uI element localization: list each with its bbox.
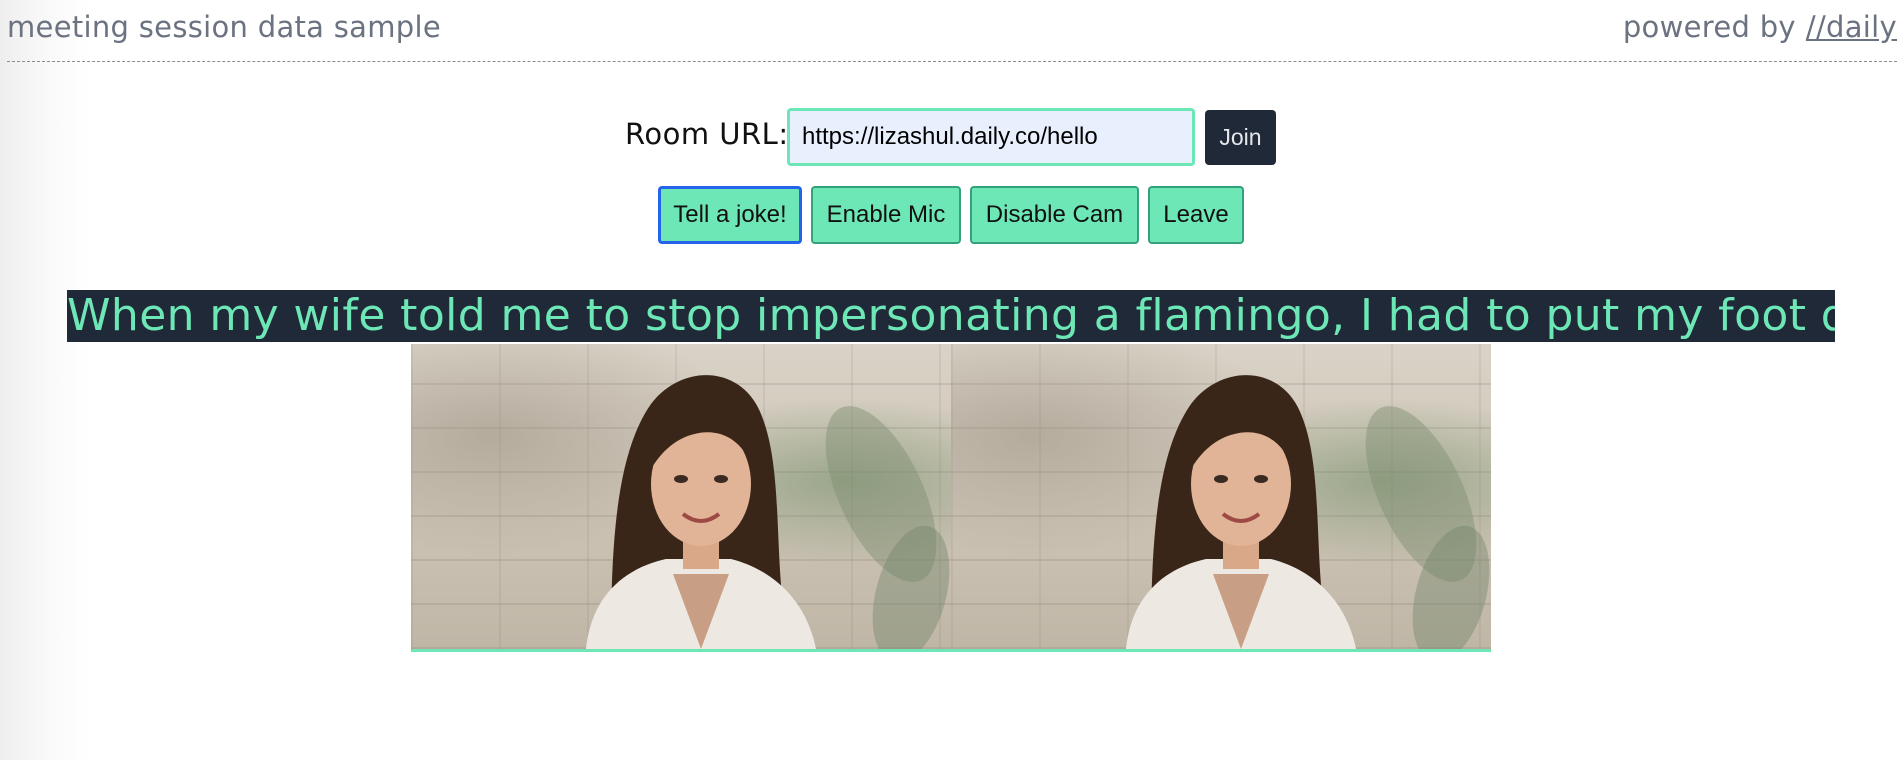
disable-cam-button[interactable]: Disable Cam (970, 186, 1139, 244)
participant-video-1 (411, 344, 951, 649)
controls-row: Tell a joke! Enable Mic Disable Cam Leav… (0, 186, 1904, 246)
leave-button[interactable]: Leave (1148, 186, 1244, 244)
joke-banner: When my wife told me to stop impersonati… (67, 290, 1835, 342)
participant-figure (1126, 375, 1490, 649)
participant-figure (586, 375, 950, 649)
join-button[interactable]: Join (1205, 110, 1276, 165)
powered-by-label: powered by (1622, 10, 1796, 44)
app-title: meeting session data sample (7, 10, 442, 44)
room-url-input[interactable] (787, 108, 1195, 166)
room-url-row: Room URL: Join (0, 108, 1904, 166)
room-url-label: Room URL: (625, 117, 789, 151)
video-grid (411, 344, 1491, 652)
tell-joke-button[interactable]: Tell a joke! (658, 186, 802, 244)
powered-by: powered by //daily (1623, 10, 1897, 44)
enable-mic-button[interactable]: Enable Mic (811, 186, 961, 244)
daily-link[interactable]: //daily (1806, 10, 1897, 44)
header-bar: meeting session data sample powered by //… (7, 0, 1897, 62)
app-page: meeting session data sample powered by //… (0, 0, 1904, 760)
participant-video-2 (951, 344, 1491, 649)
